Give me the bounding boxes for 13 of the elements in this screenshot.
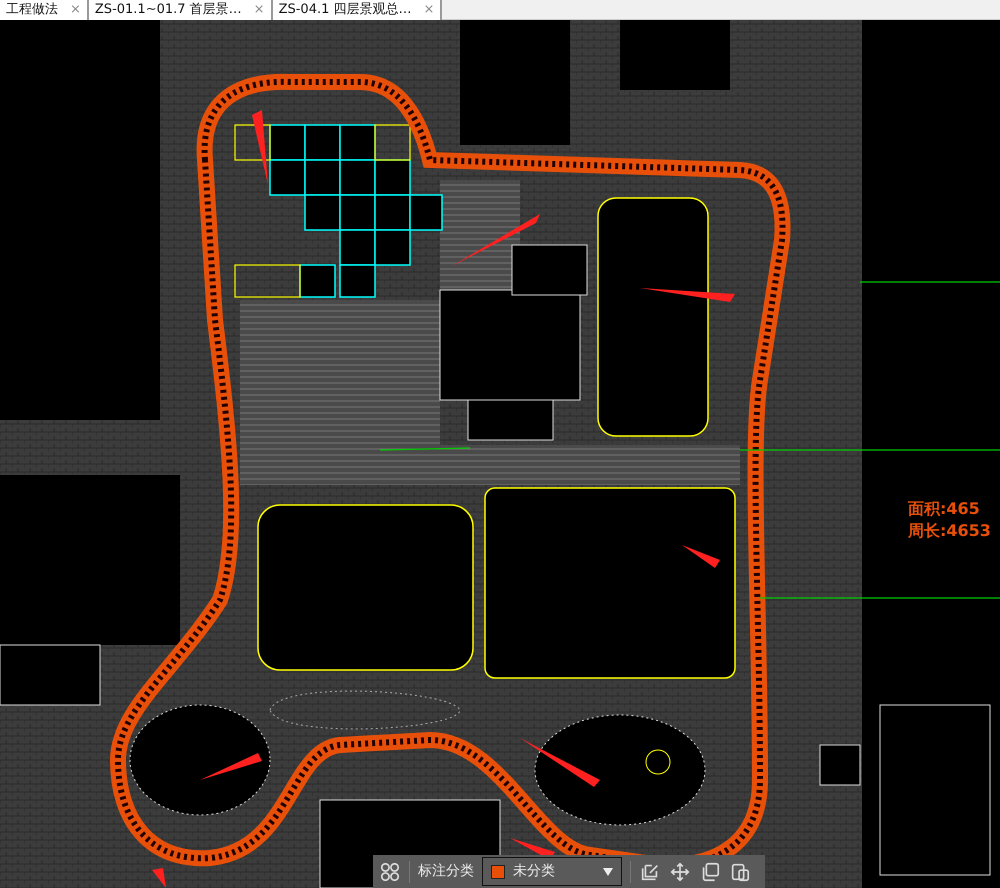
- tab[interactable]: 工程做法: [6, 0, 58, 20]
- move-icon[interactable]: [669, 860, 691, 882]
- measurement-text: 周长:4653: [908, 521, 991, 540]
- category-label: 标注分类: [418, 862, 474, 881]
- close-tab-button[interactable]: ×: [70, 0, 81, 20]
- measurement-text: 面积:465: [908, 499, 980, 518]
- category-dropdown[interactable]: 未分类: [482, 857, 622, 886]
- tab[interactable]: ZS-04.1 四层景观总…: [278, 0, 412, 20]
- close-tab-button[interactable]: ×: [424, 0, 434, 20]
- tab[interactable]: ZS-01.1~01.7 首层景…: [94, 0, 242, 20]
- grid-icon[interactable]: [379, 860, 401, 882]
- caret-icon: [603, 868, 613, 876]
- close-tab-button[interactable]: ×: [254, 0, 265, 20]
